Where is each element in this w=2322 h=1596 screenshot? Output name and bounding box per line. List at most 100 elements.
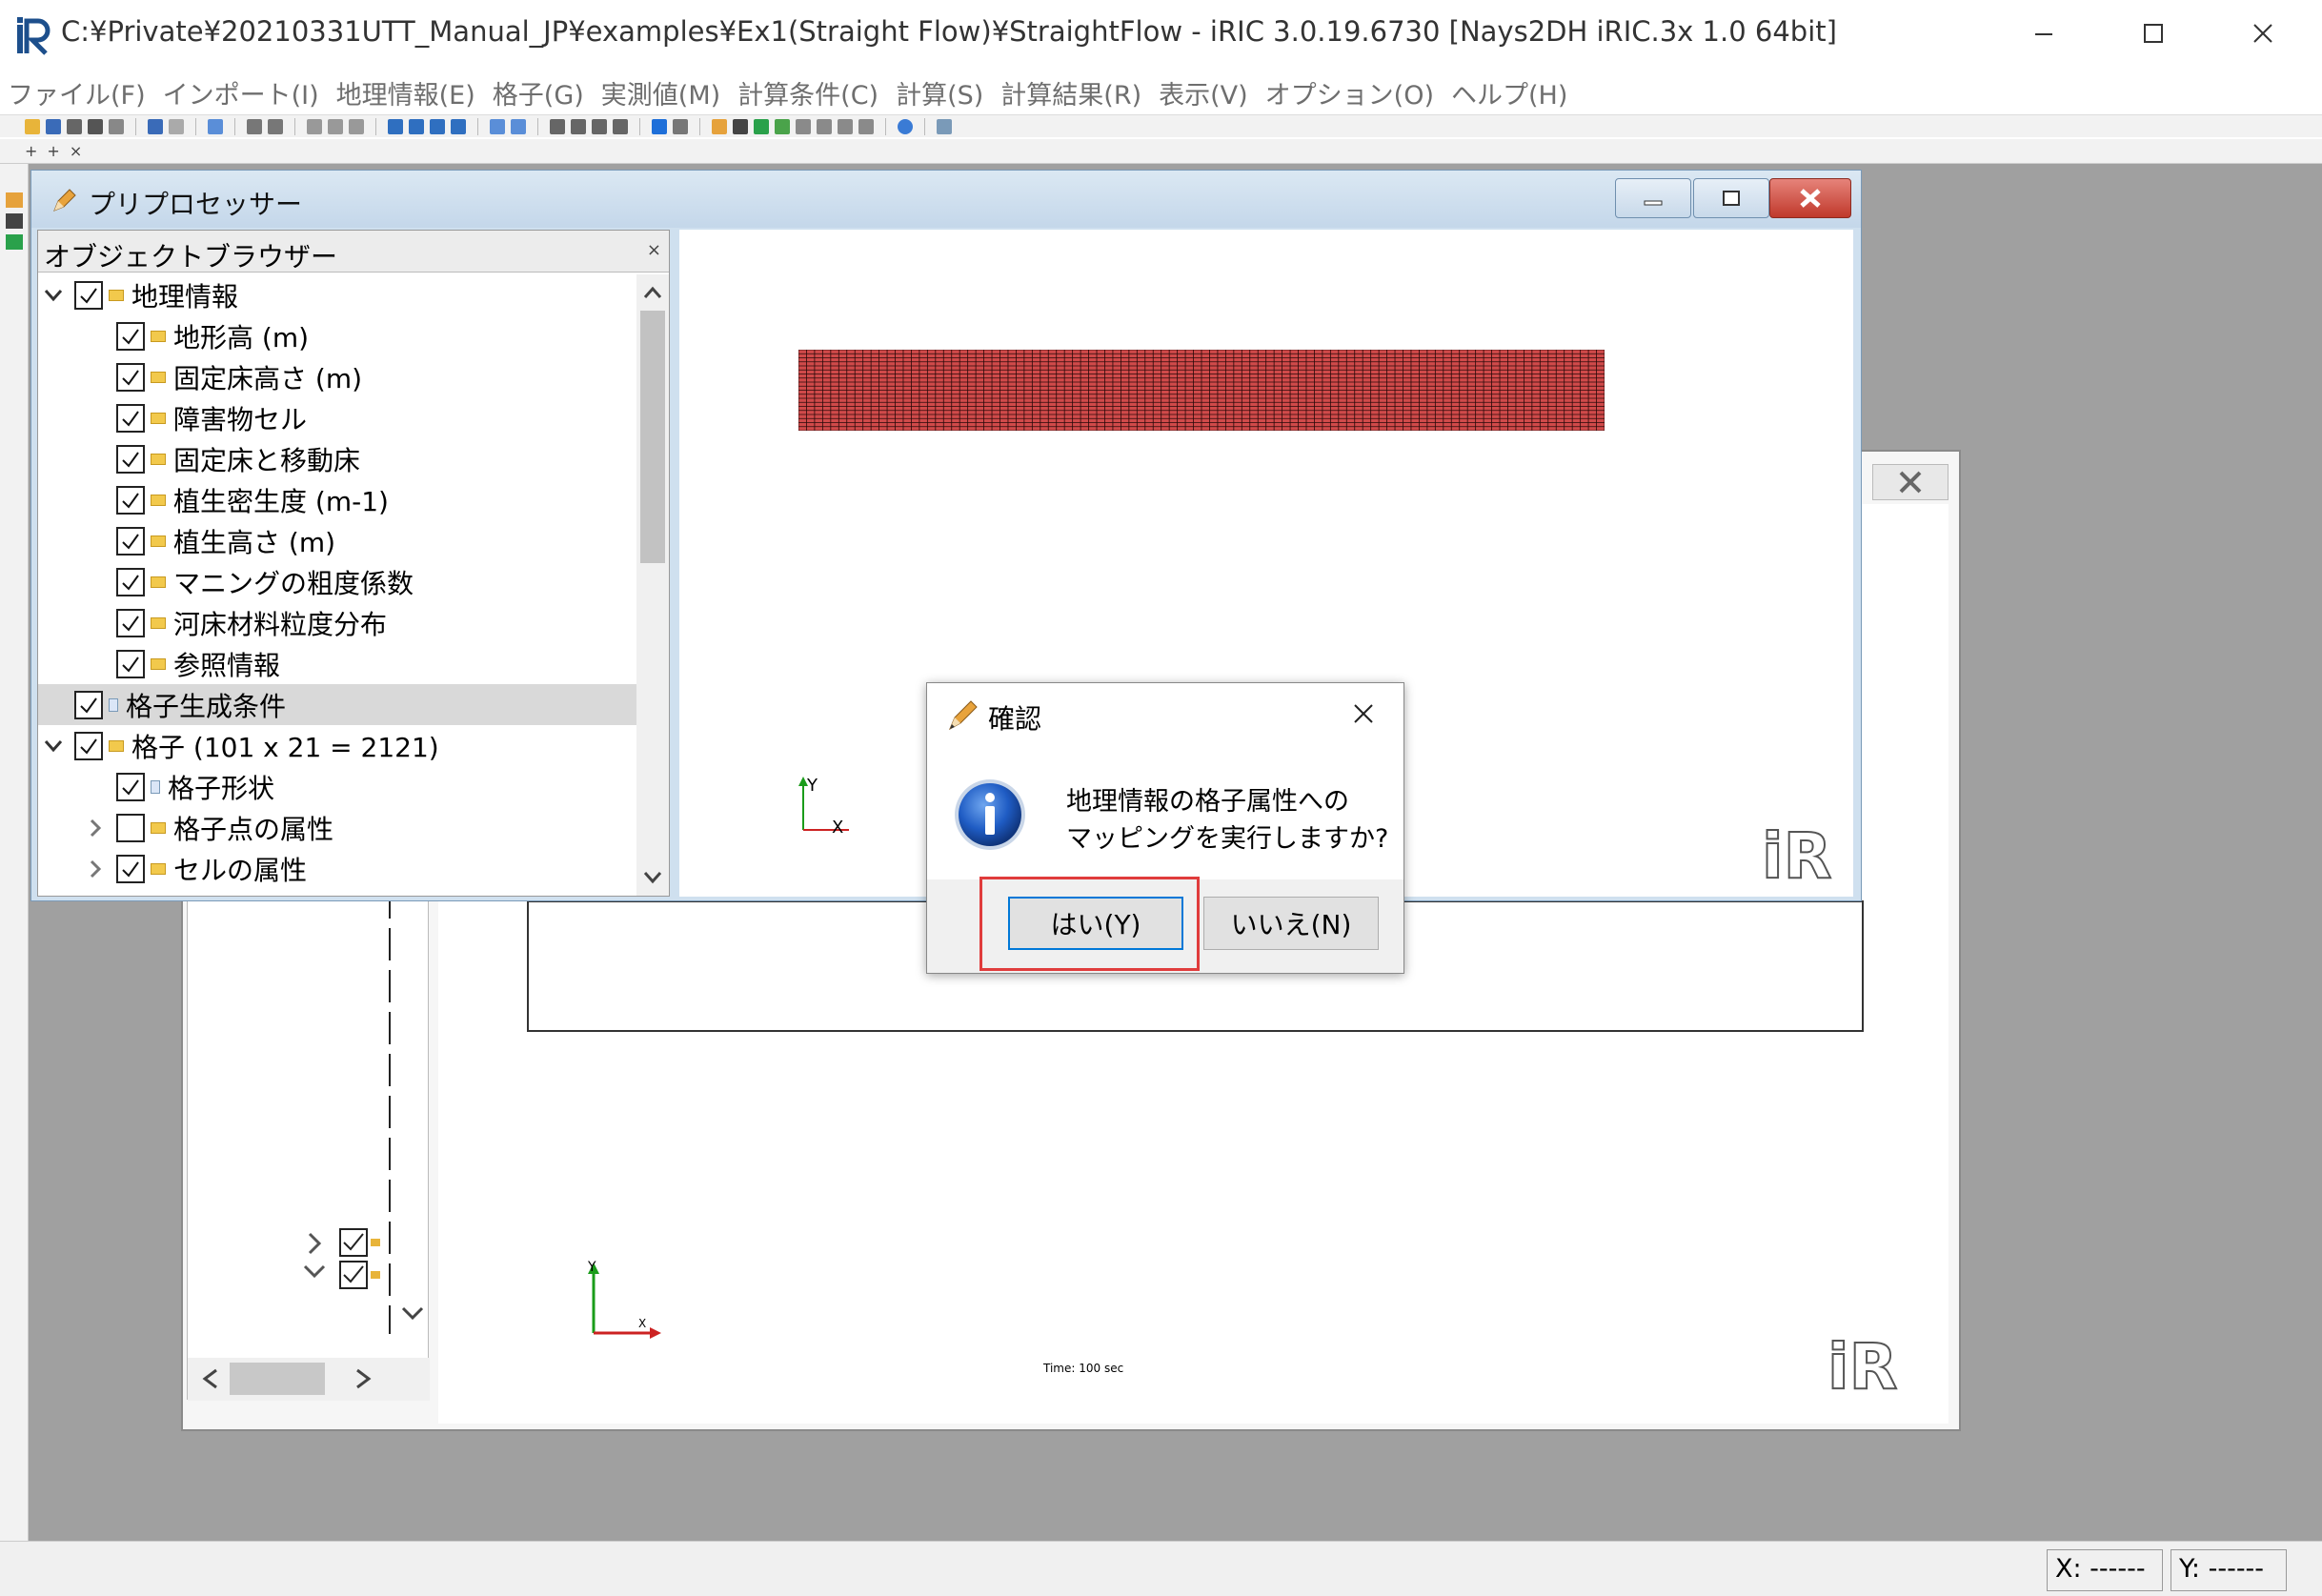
menu-view[interactable]: 表示(V)	[1159, 74, 1248, 111]
tree-item[interactable]: セルの属性	[38, 848, 636, 889]
visibility-checkbox[interactable]	[74, 690, 103, 719]
visibility-checkbox[interactable]	[116, 608, 145, 637]
zoom-fit-icon[interactable]	[208, 118, 223, 134]
open-icon[interactable]	[25, 118, 40, 134]
chevron-down-icon[interactable]	[42, 288, 65, 303]
pan-down-icon[interactable]	[451, 118, 466, 134]
tree-item[interactable]: 格子形状	[38, 766, 636, 807]
zoom-out-icon[interactable]	[511, 118, 526, 134]
preprocessor-icon[interactable]	[712, 118, 727, 134]
chevron-right-icon[interactable]	[84, 859, 107, 879]
preprocessor-maximize-button[interactable]	[1693, 178, 1769, 218]
visibility-checkbox[interactable]	[116, 813, 145, 842]
visibility-checkbox[interactable]	[74, 280, 103, 310]
dock-close-icon[interactable]: ×	[70, 142, 82, 160]
visibility-checkbox[interactable]	[116, 321, 145, 351]
menu-simulation[interactable]: 計算(S)	[896, 74, 983, 111]
select-icon[interactable]	[247, 118, 262, 134]
help-icon[interactable]	[937, 118, 952, 134]
tree-item[interactable]: 格子点の属性	[38, 807, 636, 848]
menu-result[interactable]: 計算結果(R)	[1000, 74, 1141, 111]
axis-y-icon[interactable]	[328, 118, 343, 134]
scatter-icon[interactable]	[838, 118, 853, 134]
preprocessor-minimize-button[interactable]	[1615, 178, 1691, 218]
run-icon[interactable]	[652, 118, 667, 134]
visibility-checkbox[interactable]	[116, 649, 145, 678]
postprocessor-icon[interactable]	[6, 234, 23, 250]
dialog-close-button[interactable]	[1346, 697, 1381, 731]
stop-icon[interactable]	[673, 118, 688, 134]
minimize-button[interactable]	[2010, 10, 2077, 57]
tree-item[interactable]: 格子 (101 x 21 = 2121)	[38, 725, 636, 766]
zoom-in-icon[interactable]	[490, 118, 505, 134]
menu-file[interactable]: ファイル(F)	[8, 74, 146, 111]
menu-import[interactable]: インポート(I)	[163, 74, 319, 111]
tree-item[interactable]: 地理情報	[38, 274, 636, 315]
visibility-checkbox[interactable]	[116, 485, 145, 515]
move-icon[interactable]	[268, 118, 283, 134]
postprocessor-close-button[interactable]	[1872, 464, 1948, 500]
menu-help[interactable]: ヘルプ(H)	[1451, 74, 1567, 111]
visibility-checkbox[interactable]	[74, 731, 103, 760]
graph-icon[interactable]	[817, 118, 832, 134]
tree-item[interactable]: 地形高 (m)	[38, 315, 636, 356]
menu-measured[interactable]: 実測値(M)	[601, 74, 720, 111]
close-button[interactable]	[2230, 10, 2296, 57]
pan-right-icon[interactable]	[409, 118, 424, 134]
no-button[interactable]: いいえ(N)	[1203, 897, 1379, 950]
preprocessor-close-button[interactable]	[1769, 178, 1851, 218]
save-icon[interactable]	[46, 118, 61, 134]
tree-scrollbar-thumb[interactable]	[640, 311, 665, 563]
object-browser-close-icon[interactable]: ×	[647, 240, 661, 260]
undo-icon[interactable]	[148, 118, 163, 134]
tree-item[interactable]: マニングの粗度係数	[38, 561, 636, 602]
tree-item[interactable]: 植生密生度 (m-1)	[38, 479, 636, 520]
contour-icon[interactable]	[754, 118, 769, 134]
visibility-checkbox[interactable]	[116, 526, 145, 556]
chevron-down-icon[interactable]	[42, 738, 65, 754]
menu-option[interactable]: オプション(O)	[1265, 74, 1434, 111]
scroll-down-icon[interactable]	[636, 863, 669, 892]
yes-button[interactable]: はい(Y)	[1008, 897, 1183, 950]
scroll-up-icon[interactable]	[636, 278, 669, 307]
stretch-h-icon[interactable]	[550, 118, 565, 134]
shrink-h-icon[interactable]	[571, 118, 586, 134]
dock-move-icon[interactable]: +	[25, 142, 37, 160]
visibility-checkbox[interactable]	[116, 772, 145, 801]
pan-left-icon[interactable]	[388, 118, 403, 134]
visibility-checkbox[interactable]	[116, 567, 145, 596]
tree-item[interactable]: 障害物セル	[38, 397, 636, 438]
axis-x-icon[interactable]	[307, 118, 322, 134]
tree-item[interactable]: 固定床と移動床	[38, 438, 636, 479]
menu-calc-condition[interactable]: 計算条件(C)	[737, 74, 878, 111]
solver-console-icon[interactable]	[733, 118, 748, 134]
globe-icon[interactable]	[898, 118, 913, 134]
maximize-button[interactable]	[2120, 10, 2187, 57]
shrink-v-icon[interactable]	[613, 118, 628, 134]
menu-geodata[interactable]: 地理情報(E)	[336, 74, 475, 111]
visibility-checkbox[interactable]	[116, 854, 145, 883]
chevron-right-icon[interactable]	[84, 818, 107, 838]
axis-z-icon[interactable]	[349, 118, 364, 134]
pan-up-icon[interactable]	[430, 118, 445, 134]
grid-mesh[interactable]	[798, 350, 1605, 431]
tree-item[interactable]: 格子生成条件	[38, 684, 636, 725]
export-icon[interactable]	[109, 118, 124, 134]
particle-icon[interactable]	[796, 118, 811, 134]
visibility-checkbox[interactable]	[116, 362, 145, 392]
vector-icon[interactable]	[775, 118, 790, 134]
preprocessor-icon[interactable]	[6, 192, 23, 208]
menu-grid[interactable]: 格子(G)	[493, 74, 584, 111]
dock-move-icon[interactable]: +	[47, 142, 59, 160]
tree-item[interactable]: 植生高さ (m)	[38, 520, 636, 561]
redo-icon[interactable]	[169, 118, 184, 134]
tree-item[interactable]: 参照情報	[38, 643, 636, 684]
tree-item[interactable]: 固定床高さ (m)	[38, 356, 636, 397]
visibility-checkbox[interactable]	[116, 403, 145, 433]
chart-icon[interactable]	[858, 118, 874, 134]
visibility-checkbox[interactable]	[116, 444, 145, 474]
stretch-v-icon[interactable]	[592, 118, 607, 134]
tree-scrollbar[interactable]	[636, 274, 669, 896]
tree-item[interactable]: 河床材料粒度分布	[38, 602, 636, 643]
print-icon[interactable]	[88, 118, 103, 134]
